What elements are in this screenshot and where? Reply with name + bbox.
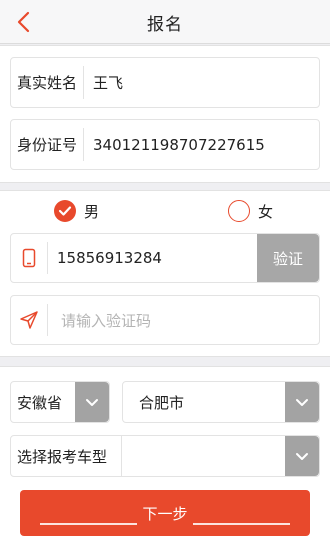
divider xyxy=(40,523,137,525)
gender-female-radio[interactable]: 女 xyxy=(228,200,273,222)
divider xyxy=(47,304,48,336)
divider xyxy=(193,523,290,525)
divider xyxy=(83,66,84,99)
vehicle-type-select[interactable]: 选择报考车型 xyxy=(10,435,320,477)
name-value[interactable]: 王飞 xyxy=(93,58,123,107)
divider xyxy=(47,242,48,274)
chevron-down-icon[interactable] xyxy=(285,436,319,476)
id-value[interactable]: 340121198707227615 xyxy=(93,120,265,169)
city-value: 合肥市 xyxy=(139,393,185,412)
chevron-down-icon[interactable] xyxy=(75,382,109,422)
province-value: 安徽省 xyxy=(17,393,63,412)
checkmark-icon xyxy=(54,200,76,222)
gender-male-label: 男 xyxy=(84,202,100,221)
next-step-label: 下一步 xyxy=(142,504,188,523)
phone-field[interactable]: 15856913284 验证 xyxy=(10,233,320,283)
page-title: 报名 xyxy=(147,15,183,35)
id-label: 身份证号 xyxy=(16,136,77,154)
chevron-down-icon[interactable] xyxy=(285,382,319,422)
gender-female-label: 女 xyxy=(258,202,274,221)
radio-empty-icon xyxy=(228,200,250,222)
verify-button[interactable]: 验证 xyxy=(257,234,319,282)
name-label: 真实姓名 xyxy=(16,74,77,92)
next-step-button[interactable]: 下一步 xyxy=(20,490,310,536)
city-select[interactable]: 合肥市 xyxy=(122,381,320,423)
code-field[interactable]: 请输入验证码 xyxy=(10,295,320,345)
code-input[interactable]: 请输入验证码 xyxy=(61,296,151,344)
identity-section: 真实姓名 王飞 身份证号 340121198707227615 xyxy=(0,45,330,183)
send-icon xyxy=(11,296,47,344)
gender-male-radio[interactable]: 男 xyxy=(54,200,99,222)
phone-input[interactable]: 15856913284 xyxy=(57,234,162,282)
id-field[interactable]: 身份证号 340121198707227615 xyxy=(10,119,320,170)
divider xyxy=(83,128,84,161)
province-select[interactable]: 安徽省 xyxy=(10,381,110,423)
name-field[interactable]: 真实姓名 王飞 xyxy=(10,57,320,108)
phone-icon xyxy=(11,234,47,282)
contact-section: 男 女 15856913284 验证 请输入验证码 xyxy=(0,190,330,357)
header-bar: 报名 xyxy=(0,0,330,44)
divider xyxy=(121,436,122,476)
vehicle-type-label: 选择报考车型 xyxy=(17,447,108,466)
